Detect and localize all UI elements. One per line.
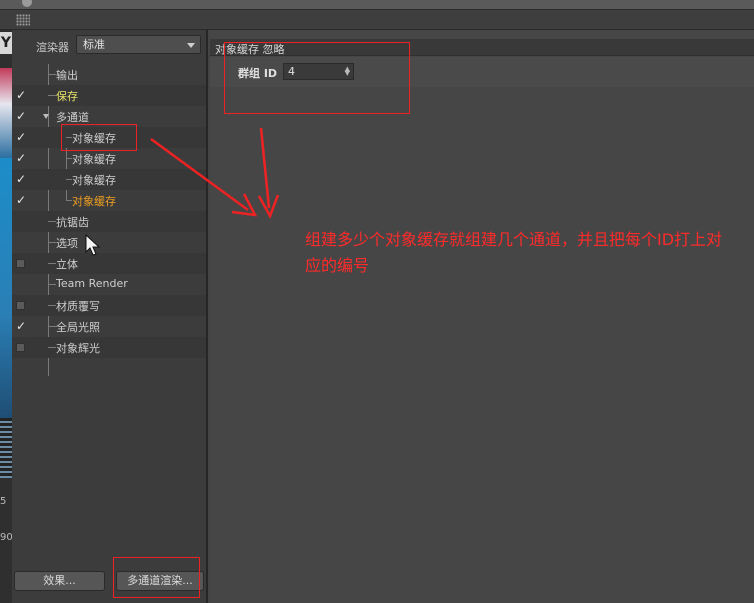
- arrow-icon: [150, 137, 258, 217]
- annotation-text: 组建多少个对象缓存就组建几个通道，并且把每个ID打上对应的编号: [305, 230, 723, 275]
- annotation-arrows: [85, 127, 280, 256]
- arrow-icon: [257, 127, 280, 219]
- mouse-cursor-icon: [85, 233, 101, 256]
